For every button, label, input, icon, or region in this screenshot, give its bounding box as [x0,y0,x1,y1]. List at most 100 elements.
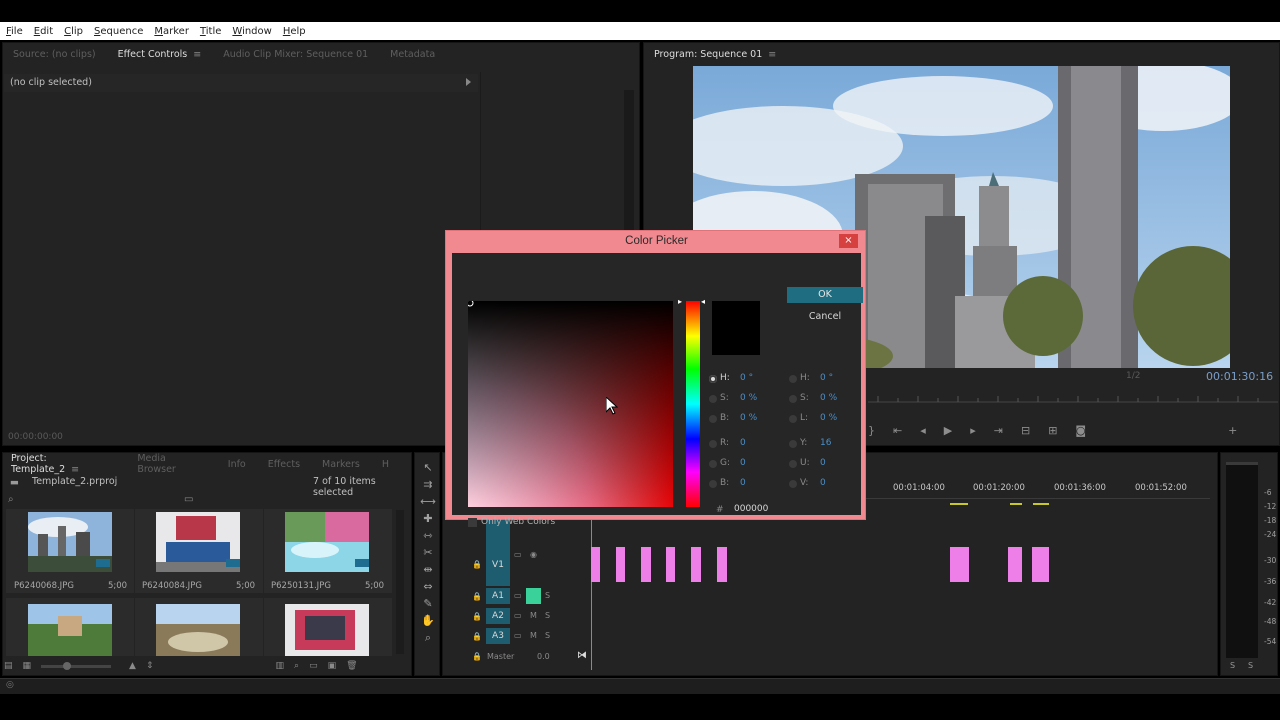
list-item[interactable] [135,598,263,656]
radio-brightness[interactable] [709,415,717,423]
radio-v[interactable] [789,480,797,488]
clip[interactable] [616,547,625,582]
hsl-s-value[interactable]: 0 % [820,393,837,403]
radio-hsl-hue[interactable] [789,375,797,383]
add-button-icon[interactable]: + [1228,424,1237,437]
list-item[interactable] [264,598,392,656]
clip[interactable] [1032,547,1049,582]
radio-red[interactable] [709,440,717,448]
tab-history[interactable]: H [382,459,389,470]
menu-marker[interactable]: Marker [154,26,189,37]
list-item[interactable]: P6250131.JPG 5;00 [264,509,392,593]
hue-marker-left-icon[interactable]: ▸ [678,297,682,306]
lock-icon[interactable]: 🔒 [472,592,482,601]
menu-clip[interactable]: Clip [64,26,83,37]
list-item[interactable]: P6240084.JPG 5;00 [135,509,263,593]
zoom-icon[interactable]: ⌕ [420,631,436,645]
master-volume[interactable]: 0.0 [537,652,550,661]
hue-slider[interactable] [686,301,700,507]
tab-info[interactable]: Info [228,459,246,470]
menu-sequence[interactable]: Sequence [94,26,143,37]
rgb-g-value[interactable]: 0 [740,458,746,468]
track-a1[interactable]: A1 [486,588,510,604]
tab-source[interactable]: Source: (no clips) [13,49,96,60]
zoom-slider[interactable] [41,661,112,670]
solo-right[interactable]: S [1248,661,1253,670]
track-a3[interactable]: A3 [486,628,510,644]
radio-hsl-saturation[interactable] [789,395,797,403]
mute-button[interactable]: M [530,631,537,640]
clip[interactable] [641,547,651,582]
rgb-b-value[interactable]: 0 [740,478,746,488]
ripple-edit-icon[interactable]: ⟷ [420,495,436,508]
panel-menu-icon[interactable]: ≡ [768,49,776,60]
trash-icon[interactable]: 🗑 [346,661,357,671]
panel-menu-icon[interactable]: ≡ [193,49,201,60]
mute-button[interactable]: M [530,611,537,620]
tab-markers[interactable]: Markers [322,459,360,470]
lock-icon[interactable]: 🔒 [472,560,482,569]
extract-icon[interactable]: ⊞ [1048,424,1057,437]
solo-button[interactable]: S [545,611,550,620]
track-v1[interactable]: V1 [486,560,510,570]
cancel-button[interactable]: Cancel [787,309,863,325]
tab-project[interactable]: Project: Template_2 ≡ [11,453,115,475]
menu-file[interactable]: File [6,26,23,37]
slip-icon[interactable]: ⇹ [420,563,436,576]
sort-icon[interactable]: ▲ [129,661,136,671]
clip[interactable] [950,547,969,582]
track-a2[interactable]: A2 [486,608,510,624]
panel-menu-icon[interactable]: ≡ [71,464,79,475]
new-item-icon[interactable]: ▣ [328,661,337,671]
new-bin-button-icon[interactable]: ▭ [309,661,318,671]
stepper-icon[interactable]: ⇕ [146,661,154,671]
toggle-sync-icon[interactable]: ▭ [514,611,522,620]
eye-icon[interactable]: ◉ [530,550,537,559]
solo-button[interactable]: S [545,591,550,600]
hsb-s-value[interactable]: 0 % [740,393,757,403]
solo-left[interactable]: S [1230,661,1235,670]
find-icon[interactable]: ⌕ [294,661,299,671]
playhead[interactable] [591,520,592,670]
program-timecode[interactable]: 00:01:30:16 [1206,370,1273,383]
step-forward-icon[interactable]: ▸ [970,424,976,437]
razor-icon[interactable]: ✂ [420,546,436,559]
automate-icon[interactable]: ▥ [276,661,285,671]
radio-u[interactable] [789,460,797,468]
radio-saturation[interactable] [709,395,717,403]
menu-title[interactable]: Title [200,26,221,37]
track-select-icon[interactable]: ⇉ [420,478,436,491]
clip[interactable] [666,547,675,582]
project-scrollbar[interactable] [396,510,404,654]
tab-media-browser[interactable]: Media Browser [137,453,205,475]
tab-program[interactable]: Program: Sequence 01 ≡ [654,49,776,60]
hsl-l-value[interactable]: 0 % [820,413,837,423]
hand-icon[interactable]: ✋ [420,614,436,627]
lock-icon[interactable]: 🔒 [472,652,482,661]
menu-edit[interactable]: Edit [34,26,53,37]
toggle-output-icon[interactable]: ▭ [514,550,522,559]
yuv-v-value[interactable]: 0 [820,478,826,488]
rate-stretch-icon[interactable]: ⇿ [420,529,436,542]
go-to-in-icon[interactable]: ⇤ [893,424,902,437]
tab-effect-controls[interactable]: Effect Controls ≡ [118,49,202,60]
go-to-out-icon[interactable]: ⇥ [994,424,1003,437]
zoom-select[interactable]: 1/2 [1126,371,1140,381]
solo-button[interactable]: S [545,631,550,640]
go-to-end-icon[interactable]: ⧒ [577,650,587,661]
yuv-u-value[interactable]: 0 [820,458,826,468]
tab-metadata[interactable]: Metadata [390,49,435,60]
mute-button-active[interactable] [526,588,541,604]
radio-lightness[interactable] [789,415,797,423]
color-field[interactable] [466,299,673,507]
clip[interactable] [691,547,701,582]
list-item[interactable]: P6240068.JPG 5;00 [6,509,134,593]
slide-icon[interactable]: ⇔ [420,580,436,593]
program-ruler[interactable] [868,392,1278,406]
rgb-r-value[interactable]: 0 [740,438,746,448]
toggle-sync-icon[interactable]: ▭ [514,591,522,600]
radio-green[interactable] [709,460,717,468]
list-view-icon[interactable]: ▤ [4,661,13,671]
new-bin-icon[interactable]: ▭ [184,494,193,505]
lock-icon[interactable]: 🔒 [472,612,482,621]
